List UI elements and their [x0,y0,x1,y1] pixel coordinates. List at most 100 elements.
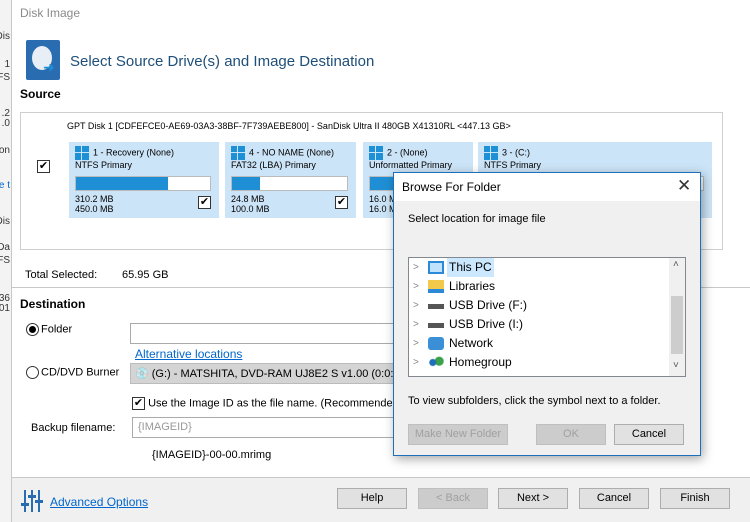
scroll-up-icon[interactable]: ˄ [673,259,679,270]
disk-checkbox[interactable]: ✔ [37,160,50,173]
total-selected-label: Total Selected: [25,269,98,281]
partition-checkbox[interactable]: ✔ [198,196,211,209]
bg-text: .01 [0,303,10,314]
scroll-down-icon[interactable]: ˅ [673,360,679,371]
use-image-id-checkbox[interactable]: ✔ Use the Image ID as the file name. (Re… [132,397,402,410]
backup-filename-label: Backup filename: [31,422,116,434]
tree-item-label: Libraries [449,279,496,293]
dialog-prompt: Select location for image file [408,213,546,225]
partition-name: 4 - NO NAME (None) [249,147,335,158]
cd-drive-select[interactable]: 💿 (G:) - MATSHITA, DVD-RAM UJ8E2 S v1.00… [130,363,410,384]
partition-type: NTFS Primary [484,160,541,170]
tree-item-label: Homegroup [449,355,512,369]
chevron-right-icon[interactable]: > [413,296,419,315]
disk-label: GPT Disk 1 [CDFEFCE0-AE69-03A3-38BF-7F73… [67,121,511,131]
tree-item-label: This PC [447,258,494,277]
tree-item-libraries[interactable]: > Libraries [409,277,669,296]
windows-icon [369,146,383,160]
optical-drive-icon: 💿 [135,368,152,380]
tree-item-usb-i[interactable]: > USB Drive (I:) [409,315,669,334]
cd-dvd-radio[interactable]: CD/DVD Burner [26,366,119,379]
used-size: 310.2 MB [75,194,114,204]
partition-1[interactable]: 1 - Recovery (None) NTFS Primary 310.2 M… [69,142,219,218]
partition-4[interactable]: 4 - NO NAME (None) FAT32 (LBA) Primary 2… [225,142,356,218]
chevron-right-icon[interactable]: > [413,277,419,296]
bg-text: Dis [0,216,10,227]
homegroup-icon [428,356,444,369]
tree-scrollbar[interactable]: ˄ ˅ [669,258,685,376]
alternative-locations-link[interactable]: Alternative locations [135,347,242,361]
bg-text: FS [0,255,10,266]
usage-bar [231,176,348,191]
dialog-title: Browse For Folder [402,180,501,194]
partition-name: 1 - Recovery (None) [93,147,175,158]
chevron-right-icon[interactable]: > [413,315,419,334]
partition-type: FAT32 (LBA) Primary [231,160,316,170]
cancel-button[interactable]: Cancel [579,488,649,509]
close-icon[interactable]: ✕ [677,176,691,196]
tree-item-usb-f[interactable]: > USB Drive (F:) [409,296,669,315]
bg-text: .0 [1,118,10,129]
tree-item-this-pc[interactable]: > This PC [409,258,669,277]
windows-icon [484,146,498,160]
backup-filename-input[interactable]: {IMAGEID} [132,417,412,438]
usb-drive-icon [428,323,444,328]
background-window: Dis 1 FS .2 .0 on e t Dis Da FS .36 .01 [0,0,12,522]
partition-checkbox[interactable]: ✔ [335,196,348,209]
tree-item-network[interactable]: > Network [409,334,669,353]
libraries-icon [428,280,444,293]
folder-radio[interactable]: Folder [26,323,72,336]
disk-image-icon: ➜ [26,40,60,80]
folder-tree[interactable]: > This PC > Libraries > USB Drive (F:) > USB… [408,257,686,377]
bg-text: Da [0,242,10,253]
dialog-cancel-button[interactable]: Cancel [614,424,684,445]
tree-item-label: USB Drive (F:) [449,298,527,312]
back-button[interactable]: < Back [418,488,488,509]
tree-item-label: Network [449,336,494,350]
use-image-id-label: Use the Image ID as the file name. (Reco… [148,397,403,410]
footer: Advanced Options Help < Back Next > Canc… [12,477,750,522]
page-header: Select Source Drive(s) and Image Destina… [70,53,375,70]
network-icon [428,337,444,350]
cd-dvd-radio-label: CD/DVD Burner [41,366,120,379]
windows-icon [231,146,245,160]
total-selected-value: 65.95 GB [122,269,169,281]
dialog-titlebar: Browse For Folder [394,173,700,201]
tree-item-homegroup[interactable]: > Homegroup [409,353,669,372]
chevron-right-icon[interactable]: > [413,353,419,372]
filename-preview: {IMAGEID}-00-00.mrimg [152,449,272,461]
window-title: Disk Image [20,6,81,20]
advanced-options-icon[interactable] [21,490,43,512]
computer-icon [428,261,444,274]
finish-button[interactable]: Finish [660,488,730,509]
bg-text: Dis [0,31,10,42]
chevron-right-icon[interactable]: > [413,334,419,353]
folder-radio-label: Folder [41,323,73,336]
used-size: 24.8 MB [231,194,265,204]
scroll-thumb[interactable] [671,296,683,354]
usage-bar [75,176,211,191]
tree-item-label: USB Drive (I:) [449,317,524,331]
total-size: 450.0 MB [75,204,114,214]
browse-for-folder-dialog: Browse For Folder ✕ Select location for … [393,172,701,456]
bg-text: FS [0,72,10,83]
help-button[interactable]: Help [337,488,407,509]
ok-button[interactable]: OK [536,424,606,445]
usb-drive-icon [428,304,444,309]
chevron-right-icon[interactable]: > [413,258,419,277]
partition-type: Unformatted Primary [369,160,453,170]
total-size: 100.0 MB [231,204,270,214]
next-button[interactable]: Next > [498,488,568,509]
partition-name: 3 - (C:) [502,147,530,158]
make-new-folder-button[interactable]: Make New Folder [408,424,508,445]
folder-input[interactable] [130,323,410,344]
advanced-options-link[interactable]: Advanced Options [50,495,148,509]
bg-text: e t [0,180,10,191]
cd-drive-value: (G:) - MATSHITA, DVD-RAM UJ8E2 S v1.00 (… [151,368,404,380]
bg-text: 1 [4,59,10,70]
windows-icon [75,146,89,160]
dialog-hint: To view subfolders, click the symbol nex… [408,395,661,407]
bg-text: on [0,145,10,156]
source-heading: Source [20,87,61,101]
partition-type: NTFS Primary [75,160,132,170]
